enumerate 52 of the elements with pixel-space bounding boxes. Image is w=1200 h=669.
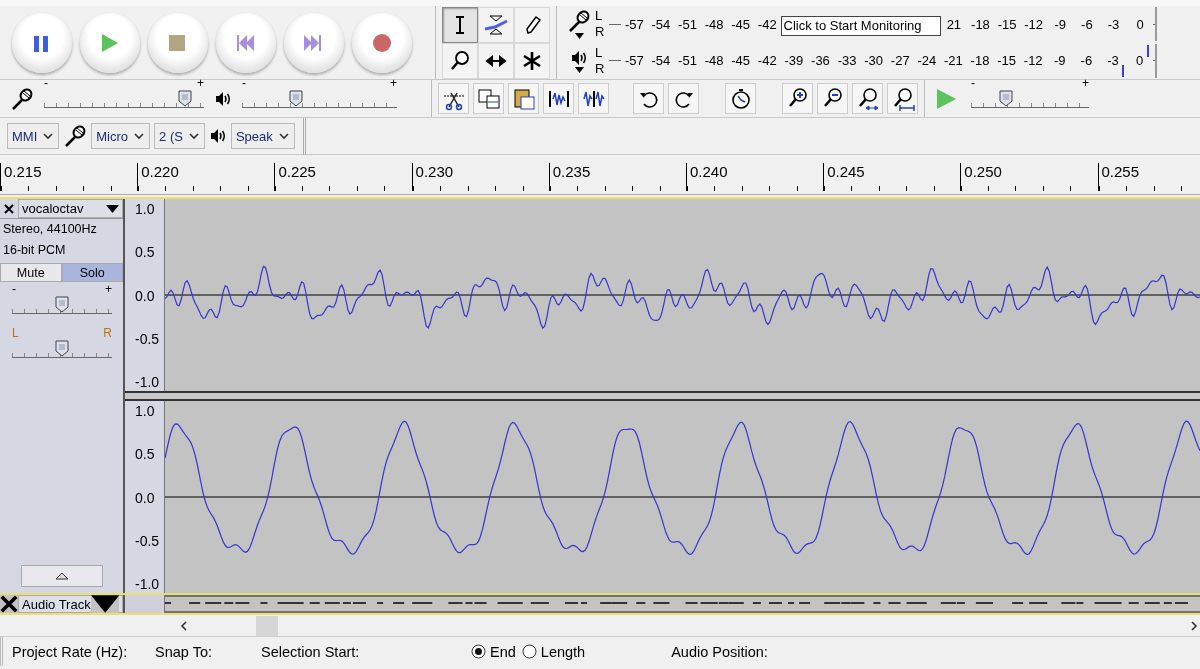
slider-max-label: R [103,328,112,338]
slider-min-label: - [12,284,16,294]
scale-label: 0.5 [135,244,156,261]
slider-max-label: + [1082,77,1089,88]
channel-label: L [595,44,604,61]
slider-min-label: - [971,77,975,88]
device-dropdown[interactable]: Micro [91,123,151,149]
slider-max-label: + [105,284,112,294]
radio-label: Length [540,643,586,660]
track-info: Stereo, 44100Hz [2,221,98,238]
slider-min-label: - [242,77,246,88]
track-info: 16-bit PCM [2,242,67,259]
mute-button[interactable]: Mute [0,263,62,282]
tooltip: Click to Start Monitoring [780,16,941,37]
scale-label: 0.0 [135,287,156,304]
scale-label: -1.0 [135,576,161,592]
field-label: Selection Start: [261,643,361,660]
recording-meter[interactable]: -57 -54 -51 -48 -45 -42 Click to Start Monitoring 21 -18 -15 -12 -9 -6 -3 0 [609,7,1157,42]
scale-label: 1.0 [135,201,156,217]
ruler-label: 0.250 [964,164,1002,180]
radio-label: End [490,643,516,660]
ruler-label: 0.220 [141,164,179,180]
slider-max-label: + [197,77,204,88]
slider-max-label: + [390,77,397,88]
slider-min-label: - [44,77,48,88]
device-dropdown[interactable]: MMI [7,123,60,149]
slider-min-label: L [12,328,19,338]
track-name-menu[interactable]: Audio Track [18,595,123,613]
device-dropdown[interactable]: Speak [230,123,295,149]
ruler-label: 0.235 [552,164,591,180]
field-label: Audio Position: [671,643,769,660]
ruler-label: 0.240 [689,164,728,180]
channel-label: R [595,60,606,77]
ruler-label: 0.255 [1101,164,1140,180]
playback-meter[interactable]: -57 -54 -51 -48 -45 -42 -39 -36 -33 -30 -27 -24 -21 -18 -15 -12 -9 -6 -3 0 [609,43,1157,78]
scale-label: -0.5 [135,532,161,549]
scale-label: 0.5 [135,446,156,463]
scale-label: -0.5 [135,330,161,347]
ruler-label: 0.245 [827,164,865,180]
solo-button[interactable]: Solo [61,263,123,282]
scale-label: 0.0 [135,489,156,506]
field-label: Snap To: [155,643,213,660]
field-label: Project Rate (Hz): [12,643,129,660]
channel-label: L [595,8,604,25]
channel-label: R [595,24,606,41]
track-name-menu[interactable]: vocaloctav [18,199,123,218]
ruler-label: 0.215 [4,164,42,180]
scale-label: -1.0 [135,374,161,390]
ruler-label: 0.225 [278,164,316,180]
device-dropdown[interactable]: 2 (S [154,123,205,149]
ruler-label: 0.230 [415,164,454,180]
scale-label: 1.0 [135,403,156,419]
